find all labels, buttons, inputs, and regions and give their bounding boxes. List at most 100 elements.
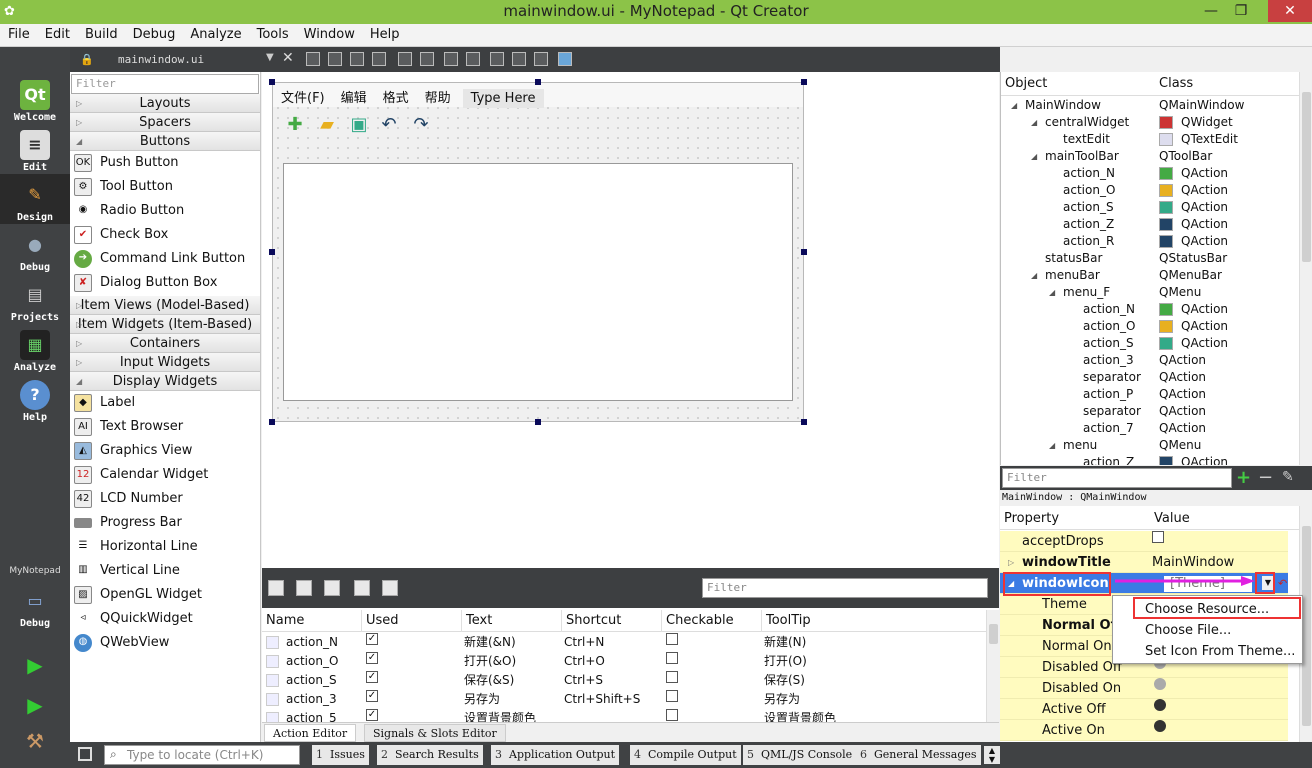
menu-build[interactable]: Build xyxy=(77,24,125,42)
tree-row[interactable]: action_S QAction xyxy=(1001,335,1291,352)
table-row[interactable]: action_O ✓ 打开(&O) Ctrl+O 打开(O) xyxy=(262,652,987,671)
property-acceptdrops[interactable]: acceptDrops xyxy=(1000,531,1288,552)
table-row[interactable]: action_3 ✓ 另存为 Ctrl+Shift+S 另存为 xyxy=(262,690,987,709)
more-tabs-icon[interactable]: ▲ ▼ xyxy=(984,746,1000,764)
mode-projects[interactable]: ▤ Projects xyxy=(0,274,70,324)
category-display-widgets[interactable]: ◢ Display Widgets xyxy=(70,372,260,391)
menu-edit[interactable]: Edit xyxy=(37,24,77,42)
expanded-arrow-icon[interactable]: ◢ xyxy=(1031,267,1037,284)
expanded-arrow-icon[interactable]: ◢ xyxy=(1049,437,1055,454)
category-buttons[interactable]: ◢ Buttons xyxy=(70,132,260,151)
menu-file[interactable]: File xyxy=(0,24,37,42)
menu-window[interactable]: Window xyxy=(296,24,362,42)
mode-help[interactable]: ? Help xyxy=(0,374,70,424)
splitter-horizontal-icon[interactable] xyxy=(444,52,458,66)
layout-vertical-icon[interactable] xyxy=(420,52,434,66)
widget-calendar[interactable]: 12 Calendar Widget xyxy=(74,463,260,487)
maximize-button[interactable]: ❐ xyxy=(1226,0,1256,22)
file-tab[interactable]: mainwindow.ui xyxy=(78,50,273,70)
widget-vertical-line[interactable]: ▥ Vertical Line xyxy=(74,559,260,583)
tree-row[interactable]: action_Z QAction xyxy=(1001,216,1291,233)
tree-row[interactable]: ◢ menu QMenu xyxy=(1001,437,1291,454)
tree-row[interactable]: separator QAction xyxy=(1001,369,1291,386)
property-windowtitle[interactable]: ▷ windowTitle MainWindow xyxy=(1000,552,1288,573)
widget-text-browser[interactable]: AI Text Browser xyxy=(74,415,260,439)
resize-handle[interactable] xyxy=(269,419,275,425)
menu-help[interactable]: Help xyxy=(362,24,407,42)
widget-opengl[interactable]: ▨ OpenGL Widget xyxy=(74,583,260,607)
layout-form-icon[interactable] xyxy=(512,52,526,66)
expanded-arrow-icon[interactable]: ◢ xyxy=(1049,284,1055,301)
close-document-icon[interactable]: ✕ xyxy=(282,50,294,66)
output-tab-search-results[interactable]: 2 Search Results xyxy=(377,745,483,765)
form-menu-help[interactable]: 帮助 xyxy=(417,83,459,106)
menu-item-choose-file[interactable]: Choose File... xyxy=(1113,620,1302,642)
menu-tools[interactable]: Tools xyxy=(249,24,296,42)
category-containers[interactable]: ▷ Containers xyxy=(70,334,260,353)
widget-filter-input[interactable]: Filter xyxy=(71,74,259,94)
checkable-checkbox[interactable] xyxy=(666,690,678,702)
run-icon[interactable]: ▶ xyxy=(22,652,48,678)
tab-action-editor[interactable]: Action Editor xyxy=(264,724,357,742)
output-tab-application-output[interactable]: 3 Application Output xyxy=(491,745,619,765)
tree-row[interactable]: action_O QAction xyxy=(1001,182,1291,199)
category-input-widgets[interactable]: ▷ Input Widgets xyxy=(70,353,260,372)
resize-handle[interactable] xyxy=(269,249,275,255)
property-active-off[interactable]: Active Off xyxy=(1000,699,1288,720)
expanded-arrow-icon[interactable]: ◢ xyxy=(1031,114,1037,131)
category-item-widgets[interactable]: ▷ Item Widgets (Item-Based) xyxy=(70,315,260,334)
widget-tool-button[interactable]: ⚙ Tool Button xyxy=(74,175,260,199)
close-button[interactable]: ✕ xyxy=(1268,0,1312,22)
resize-handle[interactable] xyxy=(801,419,807,425)
property-active-on[interactable]: Active On xyxy=(1000,720,1288,741)
tree-row[interactable]: action_3 QAction xyxy=(1001,352,1291,369)
design-canvas[interactable]: 文件(F) 编辑 格式 帮助 Type Here ✚ ▰ ▣ ↶ ↷ xyxy=(262,72,999,568)
mode-edit[interactable]: ≡ Edit xyxy=(0,124,70,174)
tree-row[interactable]: ◢ menu_F QMenu xyxy=(1001,284,1291,301)
category-spacers[interactable]: ▷ Spacers xyxy=(70,113,260,132)
table-row[interactable]: action_N ✓ 新建(&N) Ctrl+N 新建(N) xyxy=(262,633,987,652)
form-menu-type-here[interactable]: Type Here xyxy=(462,89,544,108)
form-menu-edit[interactable]: 编辑 xyxy=(333,83,375,106)
save-icon[interactable]: ▣ xyxy=(347,113,371,137)
widget-check-box[interactable]: ✔ Check Box xyxy=(74,223,260,247)
column-property[interactable]: Property xyxy=(1004,511,1059,526)
resize-handle[interactable] xyxy=(269,79,275,85)
table-row[interactable]: action_5 ✓ 设置背景颜色 设置背景颜色 xyxy=(262,709,987,722)
adjust-size-icon[interactable] xyxy=(558,52,572,66)
main-window-form[interactable]: 文件(F) 编辑 格式 帮助 Type Here ✚ ▰ ▣ ↶ ↷ xyxy=(272,82,804,422)
resize-handle[interactable] xyxy=(535,419,541,425)
widget-radio-button[interactable]: ◉ Radio Button xyxy=(74,199,260,223)
widget-push-button[interactable]: OK Push Button xyxy=(74,151,260,175)
layout-grid-icon[interactable] xyxy=(490,52,504,66)
used-checkbox[interactable]: ✓ xyxy=(366,671,378,683)
table-row[interactable]: action_S ✓ 保存(&S) Ctrl+S 保存(S) xyxy=(262,671,987,690)
mode-analyze[interactable]: ▦ Analyze xyxy=(0,324,70,374)
expanded-arrow-icon[interactable]: ◢ xyxy=(1031,148,1037,165)
form-menu-file[interactable]: 文件(F) xyxy=(273,83,333,106)
open-folder-icon[interactable]: ▰ xyxy=(315,113,339,137)
resize-handle[interactable] xyxy=(801,249,807,255)
scrollbar-thumb[interactable] xyxy=(1302,526,1311,726)
output-tab-compile-output[interactable]: 4 Compile Output xyxy=(630,745,741,765)
tree-row[interactable]: action_7 QAction xyxy=(1001,420,1291,437)
column-value[interactable]: Value xyxy=(1154,511,1190,526)
property-disabled-on[interactable]: Disabled On xyxy=(1000,678,1288,699)
mode-design[interactable]: ✎ Design xyxy=(0,174,70,224)
menu-item-choose-resource[interactable]: Choose Resource... xyxy=(1133,597,1301,619)
new-file-icon[interactable]: ✚ xyxy=(283,113,307,137)
checkable-checkbox[interactable] xyxy=(666,709,678,721)
splitter-vertical-icon[interactable] xyxy=(466,52,480,66)
property-value[interactable]: MainWindow xyxy=(1152,552,1234,573)
text-edit-widget[interactable] xyxy=(283,163,793,401)
checkable-checkbox[interactable] xyxy=(666,671,678,683)
remove-property-icon[interactable]: − xyxy=(1258,467,1273,488)
menu-item-set-icon-from-theme[interactable]: Set Icon From Theme... xyxy=(1113,641,1302,663)
tree-row[interactable]: separator QAction xyxy=(1001,403,1291,420)
output-tab-general-messages[interactable]: 6 General Messages xyxy=(856,745,981,765)
tree-row[interactable]: ◢ mainToolBar QToolBar xyxy=(1001,148,1291,165)
widget-horizontal-line[interactable]: ☰ Horizontal Line xyxy=(74,535,260,559)
widget-progress-bar[interactable]: Progress Bar xyxy=(74,511,260,535)
scrollbar-thumb[interactable] xyxy=(1302,92,1311,262)
tree-row[interactable]: textEdit QTextEdit xyxy=(1001,131,1291,148)
